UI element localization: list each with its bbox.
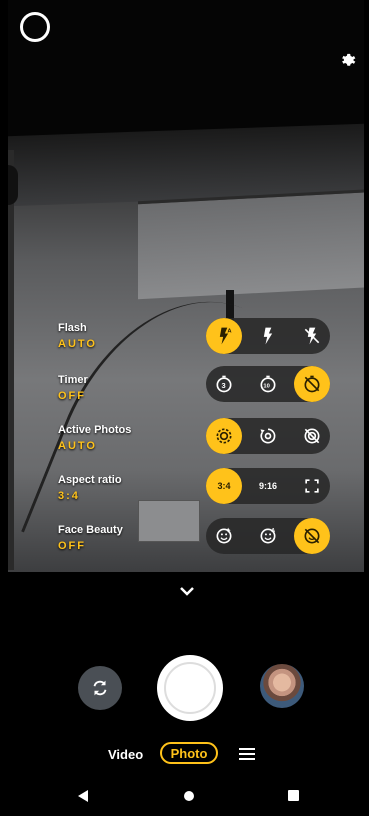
flash-value: AUTO [58,338,97,350]
flash-options: A [206,318,330,354]
flash-auto-icon[interactable]: A [206,318,242,354]
shutter-button[interactable] [157,655,223,721]
active-photos-off-icon[interactable] [294,418,330,454]
gear-icon[interactable] [338,50,358,70]
face-beauty-label: Face Beauty [58,524,123,536]
scene-ceiling [8,0,364,140]
scene-wall-edge [8,150,14,570]
timer-value: OFF [58,390,86,402]
flash-on-icon[interactable] [250,318,286,354]
side-edge-handle [8,165,18,205]
nav-back-icon[interactable] [78,790,88,802]
face-beauty-manual-icon[interactable] [206,518,242,554]
svg-text:A: A [271,528,275,534]
aspect-3-4-option[interactable]: 3:4 [206,468,242,504]
timer-off-icon[interactable] [294,366,330,402]
timer-3s-icon[interactable]: 3 [206,366,242,402]
shutter-inner-ring [164,662,216,714]
switch-camera-icon [93,680,107,696]
aspect-ratio-value: 3:4 [58,490,80,502]
gallery-thumbnail[interactable] [260,664,304,708]
face-beauty-off-icon[interactable] [294,518,330,554]
menu-icon[interactable] [238,747,256,761]
scene-poster [138,500,200,542]
mode-video[interactable]: Video [108,747,143,762]
timer-label: Timer [58,374,88,386]
aspect-ratio-options: 3:4 9:16 [206,468,330,504]
active-photos-value: AUTO [58,440,97,452]
camera-status-ring-icon [20,12,50,42]
face-beauty-auto-icon[interactable]: A [250,518,286,554]
face-beauty-options: A [206,518,330,554]
face-beauty-value: OFF [58,540,86,552]
flash-off-icon[interactable] [294,318,330,354]
switch-camera-button[interactable] [78,666,122,710]
aspect-ratio-label: Aspect ratio [58,474,122,486]
nav-home-icon[interactable] [184,791,194,801]
active-photos-on-icon[interactable] [250,418,286,454]
active-photos-label: Active Photos [58,424,132,436]
fullscreen-icon[interactable] [294,468,330,504]
nav-recents-icon[interactable] [288,790,299,801]
scene-box [138,188,364,300]
active-photos-auto-icon[interactable] [206,418,242,454]
svg-text:10: 10 [263,383,269,389]
svg-text:3: 3 [222,381,226,390]
timer-options: 3 10 [206,366,330,402]
flash-label: Flash [58,322,87,334]
chevron-down-icon[interactable] [178,584,196,598]
aspect-9-16-option[interactable]: 9:16 [250,468,286,504]
timer-10s-icon[interactable]: 10 [250,366,286,402]
active-photos-options [206,418,330,454]
mode-photo[interactable]: Photo [160,742,218,764]
svg-text:A: A [227,329,232,335]
